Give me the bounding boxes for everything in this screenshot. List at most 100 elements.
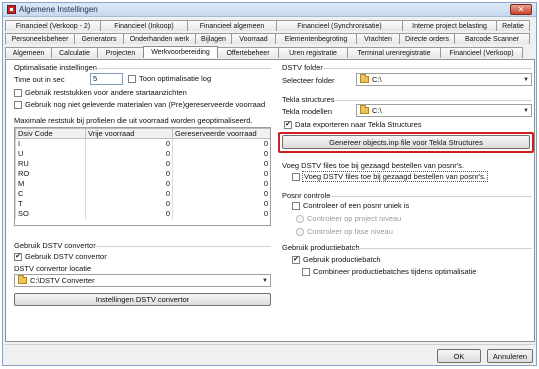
tab-projecten[interactable]: Projecten bbox=[97, 47, 144, 58]
folder-icon bbox=[18, 275, 27, 284]
dstv-convertor-locatie-label: DSTV convertor locatie bbox=[14, 264, 92, 273]
tekla-export-label: Data exporteren naar Tekla Structures bbox=[295, 120, 422, 129]
table-row[interactable]: RU 0 0 bbox=[15, 158, 270, 169]
dstv-posnr-label: Voeg DSTV files toe bij gezaagd bestelle… bbox=[302, 171, 488, 182]
posnr-uniek-checkbox[interactable] bbox=[292, 202, 300, 210]
column-header[interactable]: Gereserveerde voorraad bbox=[172, 128, 270, 139]
dstv-code-cell[interactable]: M bbox=[15, 178, 86, 189]
dstv-code-cell[interactable]: SO bbox=[15, 208, 86, 219]
divider bbox=[96, 68, 271, 69]
tab-personeelsbeheer[interactable]: Personeelsbeheer bbox=[5, 33, 75, 44]
tab-financieel-verkoop[interactable]: Financieel (Verkoop) bbox=[440, 47, 523, 58]
genereer-objects-inp-button[interactable]: Genereer objects.inp file voor Tekla Str… bbox=[282, 135, 530, 149]
close-button[interactable]: ✕ bbox=[510, 4, 532, 15]
dstv-folder-select[interactable]: C:\ ▼ bbox=[356, 73, 532, 86]
ok-button[interactable]: OK bbox=[437, 349, 481, 363]
vrije-voorraad-cell[interactable]: 0 bbox=[85, 138, 173, 149]
vrije-voorraad-cell[interactable]: 0 bbox=[85, 208, 173, 219]
tab-directe-orders[interactable]: Directe orders bbox=[399, 33, 455, 44]
vrije-voorraad-cell[interactable]: 0 bbox=[85, 168, 173, 179]
column-header[interactable]: Dsiv Code bbox=[15, 128, 86, 139]
dstv-code-cell[interactable]: U bbox=[15, 148, 86, 159]
toon-log-checkbox[interactable] bbox=[128, 75, 136, 83]
table-row[interactable]: RO 0 0 bbox=[15, 168, 270, 179]
tab-voorraad[interactable]: Voorraad bbox=[231, 33, 276, 44]
tab-financieel-algemeen[interactable]: Financieel algemeen bbox=[187, 20, 277, 31]
annuleren-button[interactable]: Annuleren bbox=[487, 349, 533, 363]
table-row[interactable]: T00 bbox=[15, 198, 270, 209]
gereserveerde-voorraad-cell[interactable]: 0 bbox=[172, 208, 270, 219]
tab-offertebeheer[interactable]: Offertebeheer bbox=[217, 47, 279, 58]
tab-financieel-verkoop-2[interactable]: Financieel (Verkoop - 2) bbox=[5, 20, 101, 31]
tab-barcode-scanner[interactable]: Barcode Scanner bbox=[454, 33, 530, 44]
column-header[interactable]: Vrije voorraad bbox=[85, 128, 173, 139]
table-row[interactable]: U00 bbox=[15, 148, 270, 159]
vrije-voorraad-cell[interactable]: 0 bbox=[85, 158, 173, 169]
app-icon bbox=[7, 5, 16, 14]
tekla-title: Tekla structures bbox=[282, 95, 335, 104]
tab-row-1: Financieel (Verkoop - 2) Financieel (Ink… bbox=[5, 20, 530, 31]
vrije-voorraad-cell[interactable]: 0 bbox=[85, 198, 173, 209]
tab-relatie[interactable]: Relatie bbox=[496, 20, 530, 31]
gereserveerde-voorraad-cell[interactable]: 0 bbox=[172, 198, 270, 209]
tab-row-3: Algemeen Calculatie Projecten Werkvoorbe… bbox=[5, 46, 523, 58]
dstv-convertor-locatie-value: C:\DSTV Converter bbox=[30, 276, 95, 285]
footer-divider bbox=[5, 344, 535, 345]
tab-werkvoorbereiding[interactable]: Werkvoorbereiding bbox=[143, 46, 218, 58]
radio-fase-niveau[interactable] bbox=[296, 228, 304, 236]
toon-log-label: Toon optimalisatie log bbox=[139, 74, 212, 83]
vrije-voorraad-cell[interactable]: 0 bbox=[85, 148, 173, 159]
chevron-down-icon[interactable]: ▼ bbox=[521, 105, 531, 116]
optimalisatie-title: Optimalisatie instellingen bbox=[14, 63, 97, 72]
dstv-code-cell[interactable]: I bbox=[15, 138, 86, 149]
tab-financieel-synchronisatie[interactable]: Financieel (Synchronisatie) bbox=[276, 20, 403, 31]
tab-calculatie[interactable]: Calculatie bbox=[51, 47, 98, 58]
gereserveerde-voorraad-cell[interactable]: 0 bbox=[172, 158, 270, 169]
tab-uren-registratie[interactable]: Uren registratie bbox=[278, 47, 348, 58]
reststuk-grid[interactable]: Dsiv Code Vrije voorraad Gereserveerde v… bbox=[14, 127, 271, 226]
gereserveerde-voorraad-cell[interactable]: 0 bbox=[172, 188, 270, 199]
gereserveerde-voorraad-cell[interactable]: 0 bbox=[172, 168, 270, 179]
niet-geleverd-label: Gebruik nog niet geleverde materialen va… bbox=[25, 100, 266, 109]
tab-algemeen[interactable]: Algemeen bbox=[5, 47, 52, 58]
dstv-convertor-locatie-select[interactable]: C:\DSTV Converter ▼ bbox=[14, 274, 271, 287]
tab-financieel-inkoop[interactable]: Financieel (Inkoop) bbox=[100, 20, 188, 31]
tab-generators[interactable]: Generators bbox=[74, 33, 124, 44]
chevron-down-icon[interactable]: ▼ bbox=[260, 275, 270, 286]
vrije-voorraad-cell[interactable]: 0 bbox=[85, 178, 173, 189]
timeout-label: Time out in sec bbox=[14, 75, 65, 84]
gereserveerde-voorraad-cell[interactable]: 0 bbox=[172, 148, 270, 159]
tab-elementenbegroting[interactable]: Elementenbegroting bbox=[275, 33, 357, 44]
gereserveerde-voorraad-cell[interactable]: 0 bbox=[172, 178, 270, 189]
selecteer-folder-label: Selecteer folder bbox=[282, 76, 335, 85]
dstv-code-cell[interactable]: RU bbox=[15, 158, 86, 169]
dstv-convertor-title: Gebruik DSTV convertor bbox=[14, 241, 96, 250]
reststuk-checkbox[interactable] bbox=[14, 89, 22, 97]
tab-terminal-urenregistratie[interactable]: Terminal urenregistratie bbox=[347, 47, 441, 58]
tab-onderhanden-werk[interactable]: Onderhanden werk bbox=[123, 33, 196, 44]
radio-project-niveau[interactable] bbox=[296, 215, 304, 223]
gebruik-productiebatch-checkbox[interactable]: ✔ bbox=[292, 256, 300, 264]
tab-vrachten[interactable]: Vrachten bbox=[356, 33, 400, 44]
niet-geleverd-checkbox[interactable] bbox=[14, 101, 22, 109]
table-row[interactable]: M00 bbox=[15, 178, 270, 189]
divider bbox=[326, 196, 532, 197]
timeout-input[interactable]: 5 bbox=[90, 73, 123, 85]
tekla-modellen-select[interactable]: C:\ ▼ bbox=[356, 104, 532, 117]
tekla-export-checkbox[interactable]: ✔ bbox=[284, 121, 292, 129]
dstv-posnr-checkbox[interactable] bbox=[292, 173, 300, 181]
dstv-code-cell[interactable]: RO bbox=[15, 168, 86, 179]
table-row[interactable]: SO 0 0 bbox=[15, 208, 270, 219]
dstv-code-cell[interactable]: C bbox=[15, 188, 86, 199]
combineer-productiebatch-checkbox[interactable] bbox=[302, 268, 310, 276]
dstv-code-cell[interactable]: T bbox=[15, 198, 86, 209]
tab-interne-project-belasting[interactable]: Interne project belasting bbox=[402, 20, 497, 31]
vrije-voorraad-cell[interactable]: 0 bbox=[85, 188, 173, 199]
table-row[interactable]: I00 bbox=[15, 138, 270, 149]
table-row[interactable]: C00 bbox=[15, 188, 270, 199]
tab-bijlagen[interactable]: Bijlagen bbox=[195, 33, 232, 44]
gebruik-dstv-convertor-checkbox[interactable]: ✔ bbox=[14, 253, 22, 261]
gereserveerde-voorraad-cell[interactable]: 0 bbox=[172, 138, 270, 149]
instellingen-dstv-convertor-button[interactable]: Instellingen DSTV convertor bbox=[14, 293, 271, 306]
chevron-down-icon[interactable]: ▼ bbox=[521, 74, 531, 85]
